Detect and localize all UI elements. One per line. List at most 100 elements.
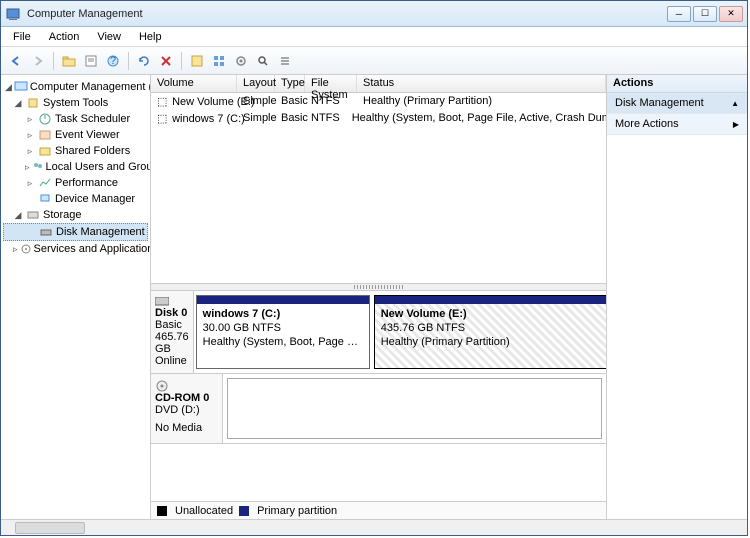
users-icon — [32, 160, 44, 174]
minimize-button[interactable]: ─ — [667, 6, 691, 22]
performance-icon — [37, 176, 53, 190]
col-type[interactable]: Type — [275, 75, 305, 92]
properties-button[interactable] — [82, 52, 100, 70]
tree-event-viewer[interactable]: ▹Event Viewer — [3, 127, 148, 143]
scrollbar-thumb[interactable] — [15, 522, 85, 534]
tree-label: Storage — [43, 209, 82, 221]
up-button[interactable] — [60, 52, 78, 70]
toolbar-sep — [128, 52, 129, 70]
back-button[interactable] — [7, 52, 25, 70]
tree-services[interactable]: ▹Services and Applications — [3, 241, 148, 257]
list-icon[interactable] — [276, 52, 294, 70]
tree-root[interactable]: ◢Computer Management (Local) — [3, 79, 148, 95]
app-icon — [5, 6, 21, 22]
volume-row[interactable]: ⬚ New Volume (E:) Simple Basic NTFS Heal… — [151, 93, 606, 110]
partition-e[interactable]: New Volume (E:) 435.76 GB NTFS Healthy (… — [374, 295, 606, 369]
disk-icon — [38, 225, 54, 239]
disk-partitions: windows 7 (C:) 30.00 GB NTFS Healthy (Sy… — [194, 291, 606, 373]
navigation-tree[interactable]: ◢Computer Management (Local) ◢System Too… — [1, 75, 151, 519]
menu-action[interactable]: Action — [41, 29, 88, 45]
close-button[interactable]: ✕ — [719, 6, 743, 22]
tree-device-manager[interactable]: Device Manager — [3, 191, 148, 207]
drive-icon: ⬚ — [157, 95, 169, 108]
actions-header: Actions — [607, 75, 747, 93]
center-pane: Volume Layout Type File System Status ⬚ … — [151, 75, 607, 519]
swatch-primary — [239, 506, 249, 516]
chevron-right-icon: ▶ — [733, 120, 739, 129]
chevron-up-icon: ▲ — [731, 99, 739, 108]
disk-icon — [155, 297, 189, 307]
toolbar-sep — [53, 52, 54, 70]
tools-icon — [25, 96, 41, 110]
tree-scrollbar[interactable] — [1, 519, 747, 535]
action-disk-management[interactable]: Disk Management▲ — [607, 93, 747, 114]
device-icon — [37, 192, 53, 206]
volume-list[interactable]: ⬚ New Volume (E:) Simple Basic NTFS Heal… — [151, 93, 606, 283]
tree-label: Services and Applications — [34, 243, 151, 255]
event-icon — [37, 128, 53, 142]
tree-performance[interactable]: ▹Performance — [3, 175, 148, 191]
toolbar: ? — [1, 47, 747, 75]
refresh-button[interactable] — [135, 52, 153, 70]
menu-help[interactable]: Help — [131, 29, 170, 45]
col-volume[interactable]: Volume — [151, 75, 237, 92]
window-buttons: ─ ☐ ✕ — [667, 6, 743, 22]
tree-label: Local Users and Groups — [46, 161, 151, 173]
menu-view[interactable]: View — [89, 29, 129, 45]
col-filesystem[interactable]: File System — [305, 75, 357, 92]
partition-c[interactable]: windows 7 (C:) 30.00 GB NTFS Healthy (Sy… — [196, 295, 370, 369]
tree-storage[interactable]: ◢Storage — [3, 207, 148, 223]
drive-icon: ⬚ — [157, 112, 169, 125]
col-status[interactable]: Status — [357, 75, 606, 92]
menu-file[interactable]: File — [5, 29, 39, 45]
col-layout[interactable]: Layout — [237, 75, 275, 92]
window-title: Computer Management — [27, 8, 667, 20]
no-media-area — [227, 378, 602, 439]
services-icon — [20, 242, 32, 256]
settings-icon[interactable] — [188, 52, 206, 70]
view-icon[interactable] — [210, 52, 228, 70]
tree-label: Computer Management (Local) — [30, 81, 151, 93]
help-button[interactable]: ? — [104, 52, 122, 70]
tree-label: Performance — [55, 177, 118, 189]
svg-text:?: ? — [110, 55, 116, 67]
cdrom-0[interactable]: CD-ROM 0 DVD (D:) No Media — [151, 374, 606, 444]
main-body: ◢Computer Management (Local) ◢System Too… — [1, 75, 747, 519]
cdrom-header[interactable]: CD-ROM 0 DVD (D:) No Media — [151, 374, 223, 443]
tree-label: Shared Folders — [55, 145, 130, 157]
swatch-unallocated — [157, 506, 167, 516]
disk-0[interactable]: Disk 0 Basic 465.76 GB Online windows 7 … — [151, 291, 606, 374]
disk-header[interactable]: Disk 0 Basic 465.76 GB Online — [151, 291, 194, 373]
tree-disk-management[interactable]: Disk Management — [3, 223, 148, 241]
cdrom-icon — [155, 380, 218, 392]
titlebar[interactable]: Computer Management ─ ☐ ✕ — [1, 1, 747, 27]
volume-list-header[interactable]: Volume Layout Type File System Status — [151, 75, 606, 93]
tree-label: Device Manager — [55, 193, 135, 205]
clock-icon — [37, 112, 53, 126]
tree-system-tools[interactable]: ◢System Tools — [3, 95, 148, 111]
storage-icon — [25, 208, 41, 222]
tree-shared-folders[interactable]: ▹Shared Folders — [3, 143, 148, 159]
tree-label: Disk Management — [56, 226, 145, 238]
delete-button[interactable] — [157, 52, 175, 70]
toolbar-sep — [181, 52, 182, 70]
tree-local-users[interactable]: ▹Local Users and Groups — [3, 159, 148, 175]
disk-graphical-view[interactable]: Disk 0 Basic 465.76 GB Online windows 7 … — [151, 291, 606, 501]
action-more-actions[interactable]: More Actions▶ — [607, 114, 747, 135]
tree-task-scheduler[interactable]: ▹Task Scheduler — [3, 111, 148, 127]
legend: Unallocated Primary partition — [151, 501, 606, 519]
tree-label: System Tools — [43, 97, 108, 109]
actions-pane: Actions Disk Management▲ More Actions▶ — [607, 75, 747, 519]
maximize-button[interactable]: ☐ — [693, 6, 717, 22]
find-icon[interactable] — [254, 52, 272, 70]
tree-label: Event Viewer — [55, 129, 120, 141]
forward-button[interactable] — [29, 52, 47, 70]
volume-row[interactable]: ⬚ windows 7 (C:) Simple Basic NTFS Healt… — [151, 110, 606, 127]
action-icon[interactable] — [232, 52, 250, 70]
computer-icon — [14, 80, 28, 94]
pane-splitter[interactable] — [151, 283, 606, 291]
folder-icon — [37, 144, 53, 158]
tree-label: Task Scheduler — [55, 113, 130, 125]
computer-management-window: Computer Management ─ ☐ ✕ File Action Vi… — [0, 0, 748, 536]
menubar: File Action View Help — [1, 27, 747, 47]
